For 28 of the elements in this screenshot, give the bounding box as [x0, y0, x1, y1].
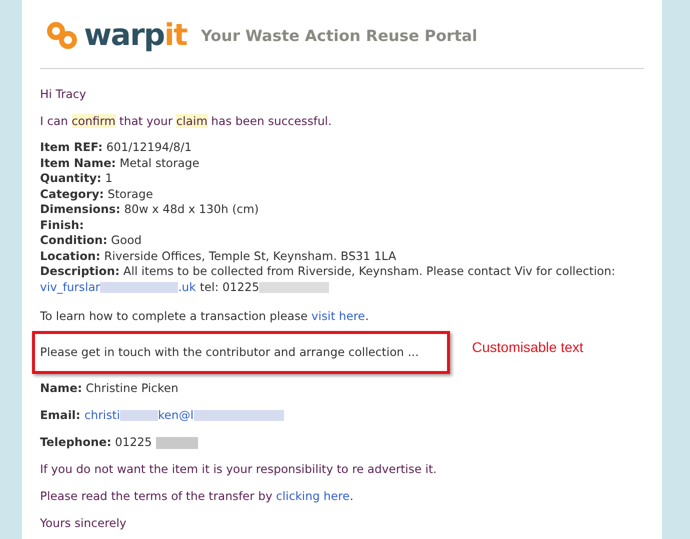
- contributor-name: Name: Christine Picken: [40, 380, 180, 396]
- transaction-text: To learn how to complete a transaction please visit here.: [40, 308, 370, 324]
- detail-line: Item Name: Metal storage: [40, 156, 200, 171]
- confirmation-text: I can confirm that your claim has been successful.: [40, 113, 333, 129]
- logo-text: warpit: [84, 19, 187, 53]
- detail-line: Location: Riverside Offices, Temple St, Keynsham. BS31 1LA: [40, 248, 398, 264]
- visit-here-link[interactable]: visit here: [311, 309, 366, 323]
- linked-rings-icon: [46, 21, 80, 51]
- detail-line: Dimensions: 80w x 48d x 130h (cm): [40, 202, 260, 218]
- telephone-text: Telephone: 01225: [40, 434, 644, 450]
- annotation-text: Customisable text: [472, 338, 584, 354]
- custom-text: Please get in touch with the contributor and arrange collection ...: [40, 345, 419, 359]
- detail-line: Condition: Good: [40, 233, 143, 248]
- clicking-here-link[interactable]: clicking here: [276, 489, 350, 503]
- detail-line: Item REF: 601/12194/8/1: [40, 140, 193, 156]
- phone-text: tel: 01225: [200, 280, 330, 295]
- tagline: Your Waste Action Reuse Portal: [200, 27, 478, 45]
- email-label: Email:: [40, 407, 80, 423]
- detail-line: Category: Storage: [40, 186, 154, 202]
- detail-line: Finish:: [40, 218, 85, 233]
- terms-text: Please read the terms of the transfer by clicking here.: [40, 488, 354, 504]
- email-link[interactable]: christi ken@l: [84, 407, 284, 423]
- detail-line: Description: All items to be collected from Riverside, Keynsham. Please contact Viv for collection:: [40, 264, 616, 280]
- detail-line: Quantity: 1: [40, 171, 114, 186]
- greeting: Hi Tracy: [40, 86, 88, 102]
- email-link[interactable]: viv_furslar .uk: [40, 280, 196, 295]
- closing-text: Yours sincerely: [40, 515, 128, 531]
- responsibility-text: If you do not want the item it is your responsibility to re advertise it.: [40, 461, 438, 477]
